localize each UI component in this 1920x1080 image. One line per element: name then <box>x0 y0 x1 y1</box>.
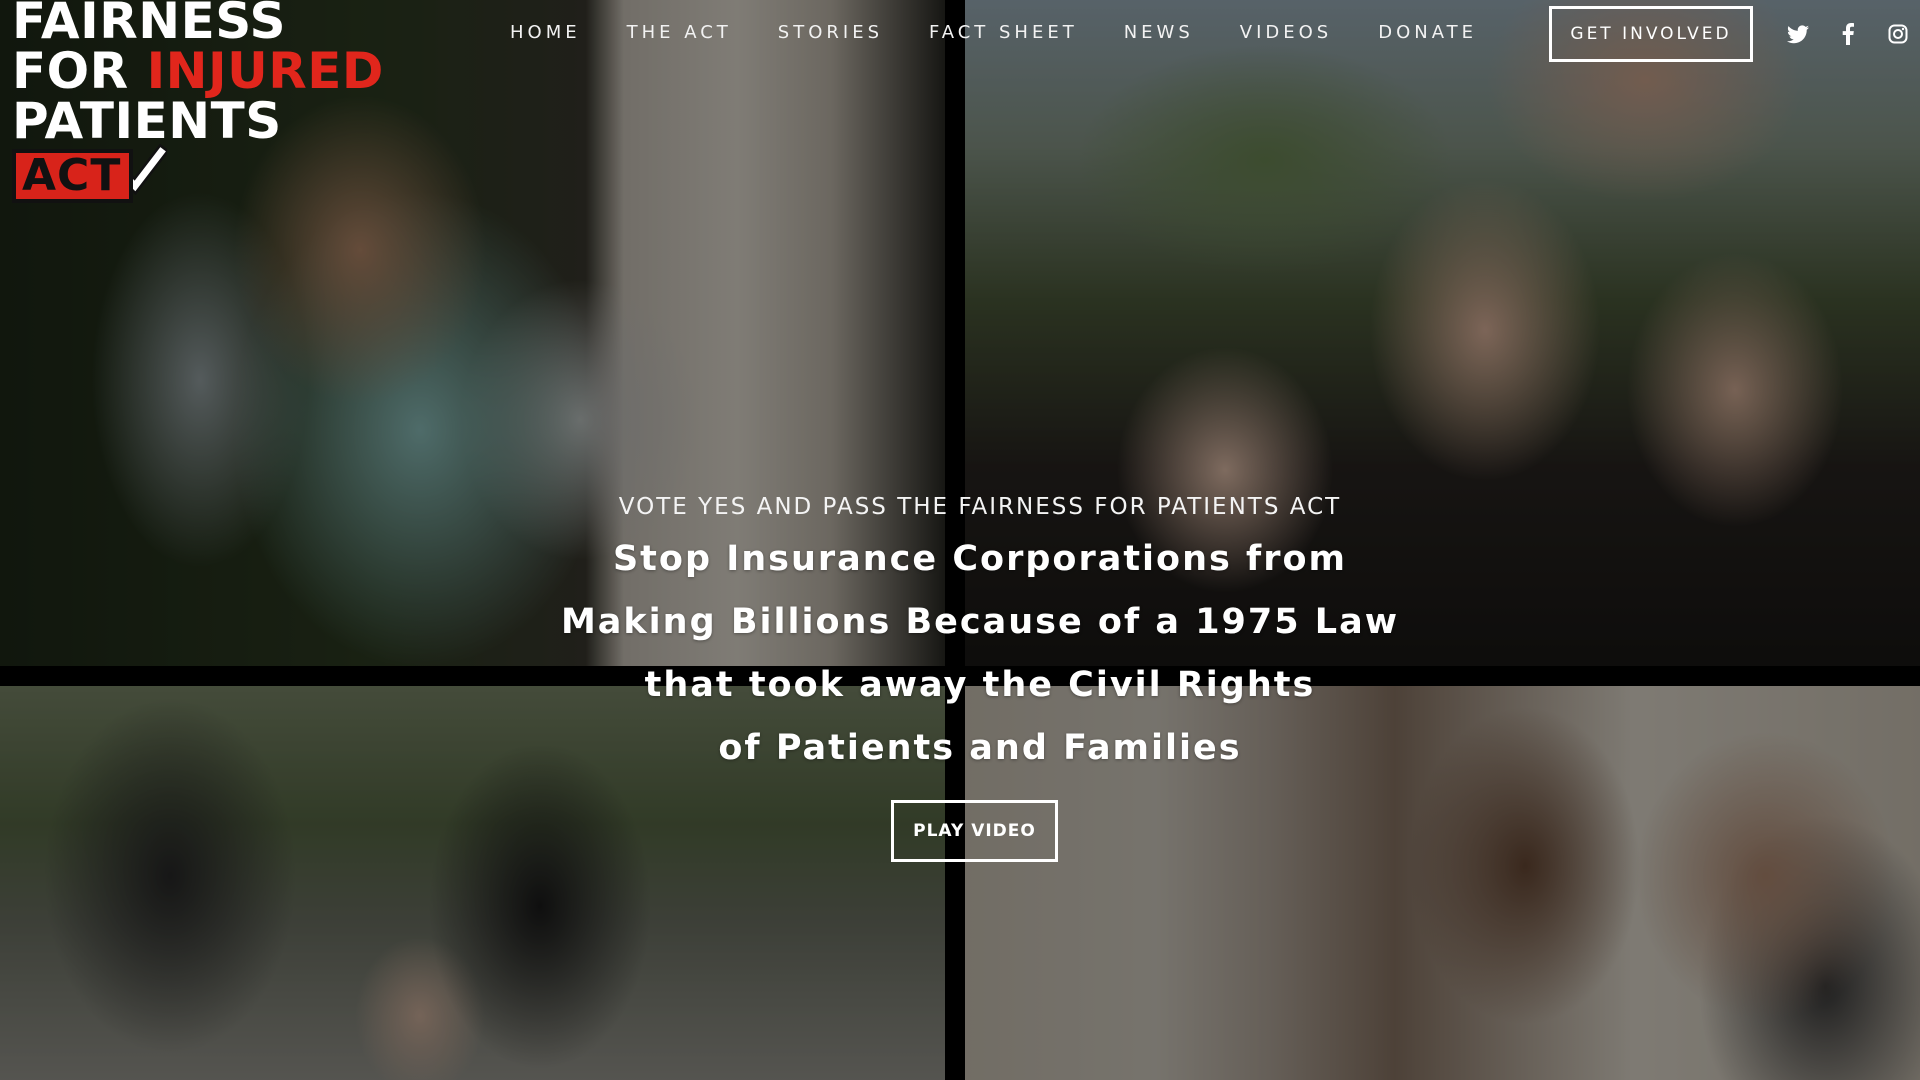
hero-headline-line: Stop Insurance Corporations from <box>612 539 1348 579</box>
nav-item-donate[interactable]: DONATE <box>1378 22 1477 43</box>
nav-item-stories[interactable]: STORIES <box>778 22 883 43</box>
site-logo[interactable]: FAIRNESS FOR INJURED PATIENTS ACT <box>12 0 383 203</box>
instagram-icon[interactable] <box>1884 20 1912 48</box>
twitter-icon[interactable] <box>1784 20 1812 48</box>
hero-content: VOTE YES AND PASS THE FAIRNESS FOR PATIE… <box>560 494 1400 780</box>
get-involved-button[interactable]: GET INVOLVED <box>1549 6 1753 62</box>
logo-line-3: PATIENTS <box>12 92 282 150</box>
facebook-icon[interactable] <box>1834 20 1862 48</box>
logo-act-row: ACT <box>12 144 342 203</box>
hero-kicker: VOTE YES AND PASS THE FAIRNESS FOR PATIE… <box>618 494 1342 520</box>
social-links <box>1784 20 1912 48</box>
hero-headline: Stop Insurance Corporations from Making … <box>560 528 1400 780</box>
logo-line-1: FAIRNESS <box>12 0 286 50</box>
nav-item-videos[interactable]: VIDEOS <box>1240 22 1332 43</box>
main-nav: HOME THE ACT STORIES FACT SHEET NEWS VID… <box>510 22 1477 43</box>
nav-item-the-act[interactable]: THE ACT <box>627 22 732 43</box>
hero-headline-line: that took away the Civil Rights <box>644 665 1316 705</box>
nav-item-news[interactable]: NEWS <box>1124 22 1194 43</box>
nav-item-home[interactable]: HOME <box>510 22 581 43</box>
hero-headline-line: of Patients and Families <box>718 728 1242 768</box>
play-video-button[interactable]: PLAY VIDEO <box>891 800 1058 862</box>
nav-item-fact-sheet[interactable]: FACT SHEET <box>929 22 1078 43</box>
logo-line-2: FOR INJURED <box>12 46 383 96</box>
logo-act-badge: ACT <box>12 149 134 203</box>
page: FAIRNESS FOR INJURED PATIENTS ACT HOME T… <box>0 0 1920 1080</box>
hero-headline-line: Making Billions Because of a 1975 Law <box>560 602 1400 642</box>
